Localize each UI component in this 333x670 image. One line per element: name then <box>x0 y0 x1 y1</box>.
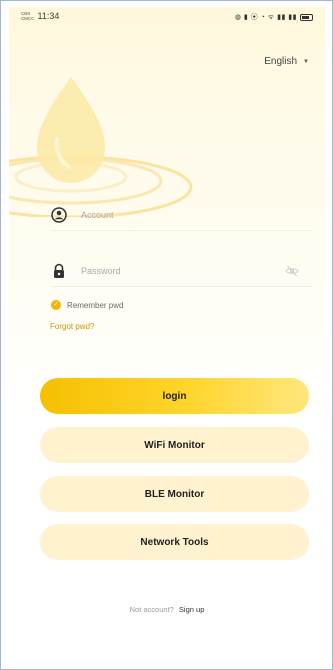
signup-question: Not account? <box>129 605 174 614</box>
device-frame: CBS CMCC 11:34 ◍ ▮ ⦿ ◔ ᯤ ▮▮ ▮▮ English ▼ <box>0 0 333 670</box>
password-input[interactable] <box>81 266 271 276</box>
password-field <box>51 256 313 287</box>
language-selector[interactable]: English ▼ <box>264 56 309 67</box>
battery-icon <box>300 13 313 21</box>
remember-label: Remember pwd <box>67 300 124 310</box>
water-drop-illustration <box>9 77 193 217</box>
checkmark-icon: ✓ <box>51 300 61 310</box>
eye-off-icon[interactable] <box>285 264 299 278</box>
login-button[interactable]: login <box>40 378 309 414</box>
login-screen: CBS CMCC 11:34 ◍ ▮ ⦿ ◔ ᯤ ▮▮ ▮▮ English ▼ <box>9 7 325 667</box>
signup-prompt: Not account? Sign up <box>9 605 325 614</box>
language-label: English <box>264 56 298 67</box>
user-icon <box>51 207 67 223</box>
signup-link[interactable]: Sign up <box>179 605 204 614</box>
account-input[interactable] <box>81 210 271 220</box>
status-bar: CBS CMCC 11:34 ◍ ▮ ⦿ ◔ ᯤ ▮▮ ▮▮ <box>9 7 325 31</box>
account-field <box>51 200 313 231</box>
ble-monitor-button[interactable]: BLE Monitor <box>40 476 309 512</box>
status-icons: ◍ ▮ ⦿ ◔ ᯤ ▮▮ ▮▮ <box>234 14 297 21</box>
status-right: ◍ ▮ ⦿ ◔ ᯤ ▮▮ ▮▮ <box>235 12 313 22</box>
drop-shape <box>37 77 105 183</box>
lock-icon <box>54 263 64 278</box>
chevron-down-icon: ▼ <box>303 58 309 65</box>
forgot-password-link[interactable]: Forgot pwd? <box>50 322 94 331</box>
status-time: 11:34 <box>37 11 60 21</box>
carrier-label: CBS CMCC <box>21 11 35 21</box>
network-tools-button[interactable]: Network Tools <box>40 524 309 560</box>
wifi-monitor-button[interactable]: WiFi Monitor <box>40 427 309 463</box>
remember-password-checkbox[interactable]: ✓ Remember pwd <box>51 300 123 310</box>
carrier-bottom: CMCC <box>21 16 35 21</box>
status-left: CBS CMCC 11:34 <box>21 11 59 21</box>
